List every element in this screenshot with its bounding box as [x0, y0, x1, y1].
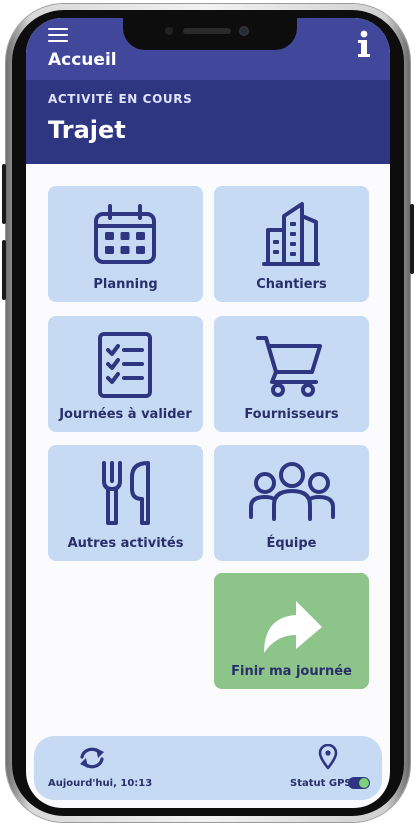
tile-label: Planning [93, 277, 158, 292]
tile-planning[interactable]: Planning [48, 186, 203, 302]
last-sync-text: Aujourd'hui, 10:13 [48, 778, 153, 789]
arrow-forward-icon [264, 601, 322, 653]
speaker-grille [183, 28, 231, 34]
buildings-icon [262, 202, 320, 266]
fork-knife-icon [102, 461, 150, 525]
tile-label: Finir ma journée [231, 664, 352, 679]
sync-icon[interactable] [78, 746, 106, 770]
power-button [410, 204, 414, 274]
notch [123, 18, 297, 50]
hamburger-menu-icon[interactable] [48, 28, 68, 44]
volume-button [2, 164, 6, 224]
checklist-icon [98, 332, 152, 398]
tile-label: Fournisseurs [244, 407, 339, 422]
tile-chantiers[interactable]: Chantiers [214, 186, 369, 302]
status-bar: Aujourd'hui, 10:13 Statut GPS [34, 736, 382, 800]
calendar-icon [94, 204, 156, 264]
tile-equipe[interactable]: Équipe [214, 445, 369, 561]
current-activity-banner: ACTIVITÉ EN COURS Trajet [26, 80, 390, 164]
volume-button [2, 240, 6, 300]
toggle-knob [359, 778, 369, 788]
location-pin-icon [318, 744, 338, 770]
cart-icon [256, 336, 322, 397]
tile-finir-ma-journee[interactable]: Finir ma journée [214, 573, 369, 689]
app-screen: Accueil ACTIVITÉ EN COURS Trajet Plannin… [26, 18, 390, 808]
tile-autres-activites[interactable]: Autres activités [48, 445, 203, 561]
tile-label: Journées à valider [59, 407, 192, 422]
tile-label: Autres activités [67, 536, 184, 551]
activity-value: Trajet [48, 116, 126, 144]
tile-label: Équipe [266, 536, 317, 551]
tile-fournisseurs[interactable]: Fournisseurs [214, 316, 369, 432]
front-camera-icon [239, 26, 249, 36]
tile-journees-a-valider[interactable]: Journées à valider [48, 316, 203, 432]
info-icon[interactable] [356, 30, 372, 58]
gps-toggle[interactable] [348, 777, 370, 789]
page-title: Accueil [48, 50, 117, 70]
sensor-icon [165, 27, 173, 35]
gps-status-label: Statut GPS [290, 778, 352, 789]
team-icon [249, 462, 335, 521]
activity-label: ACTIVITÉ EN COURS [48, 92, 193, 106]
tile-label: Chantiers [256, 277, 327, 292]
